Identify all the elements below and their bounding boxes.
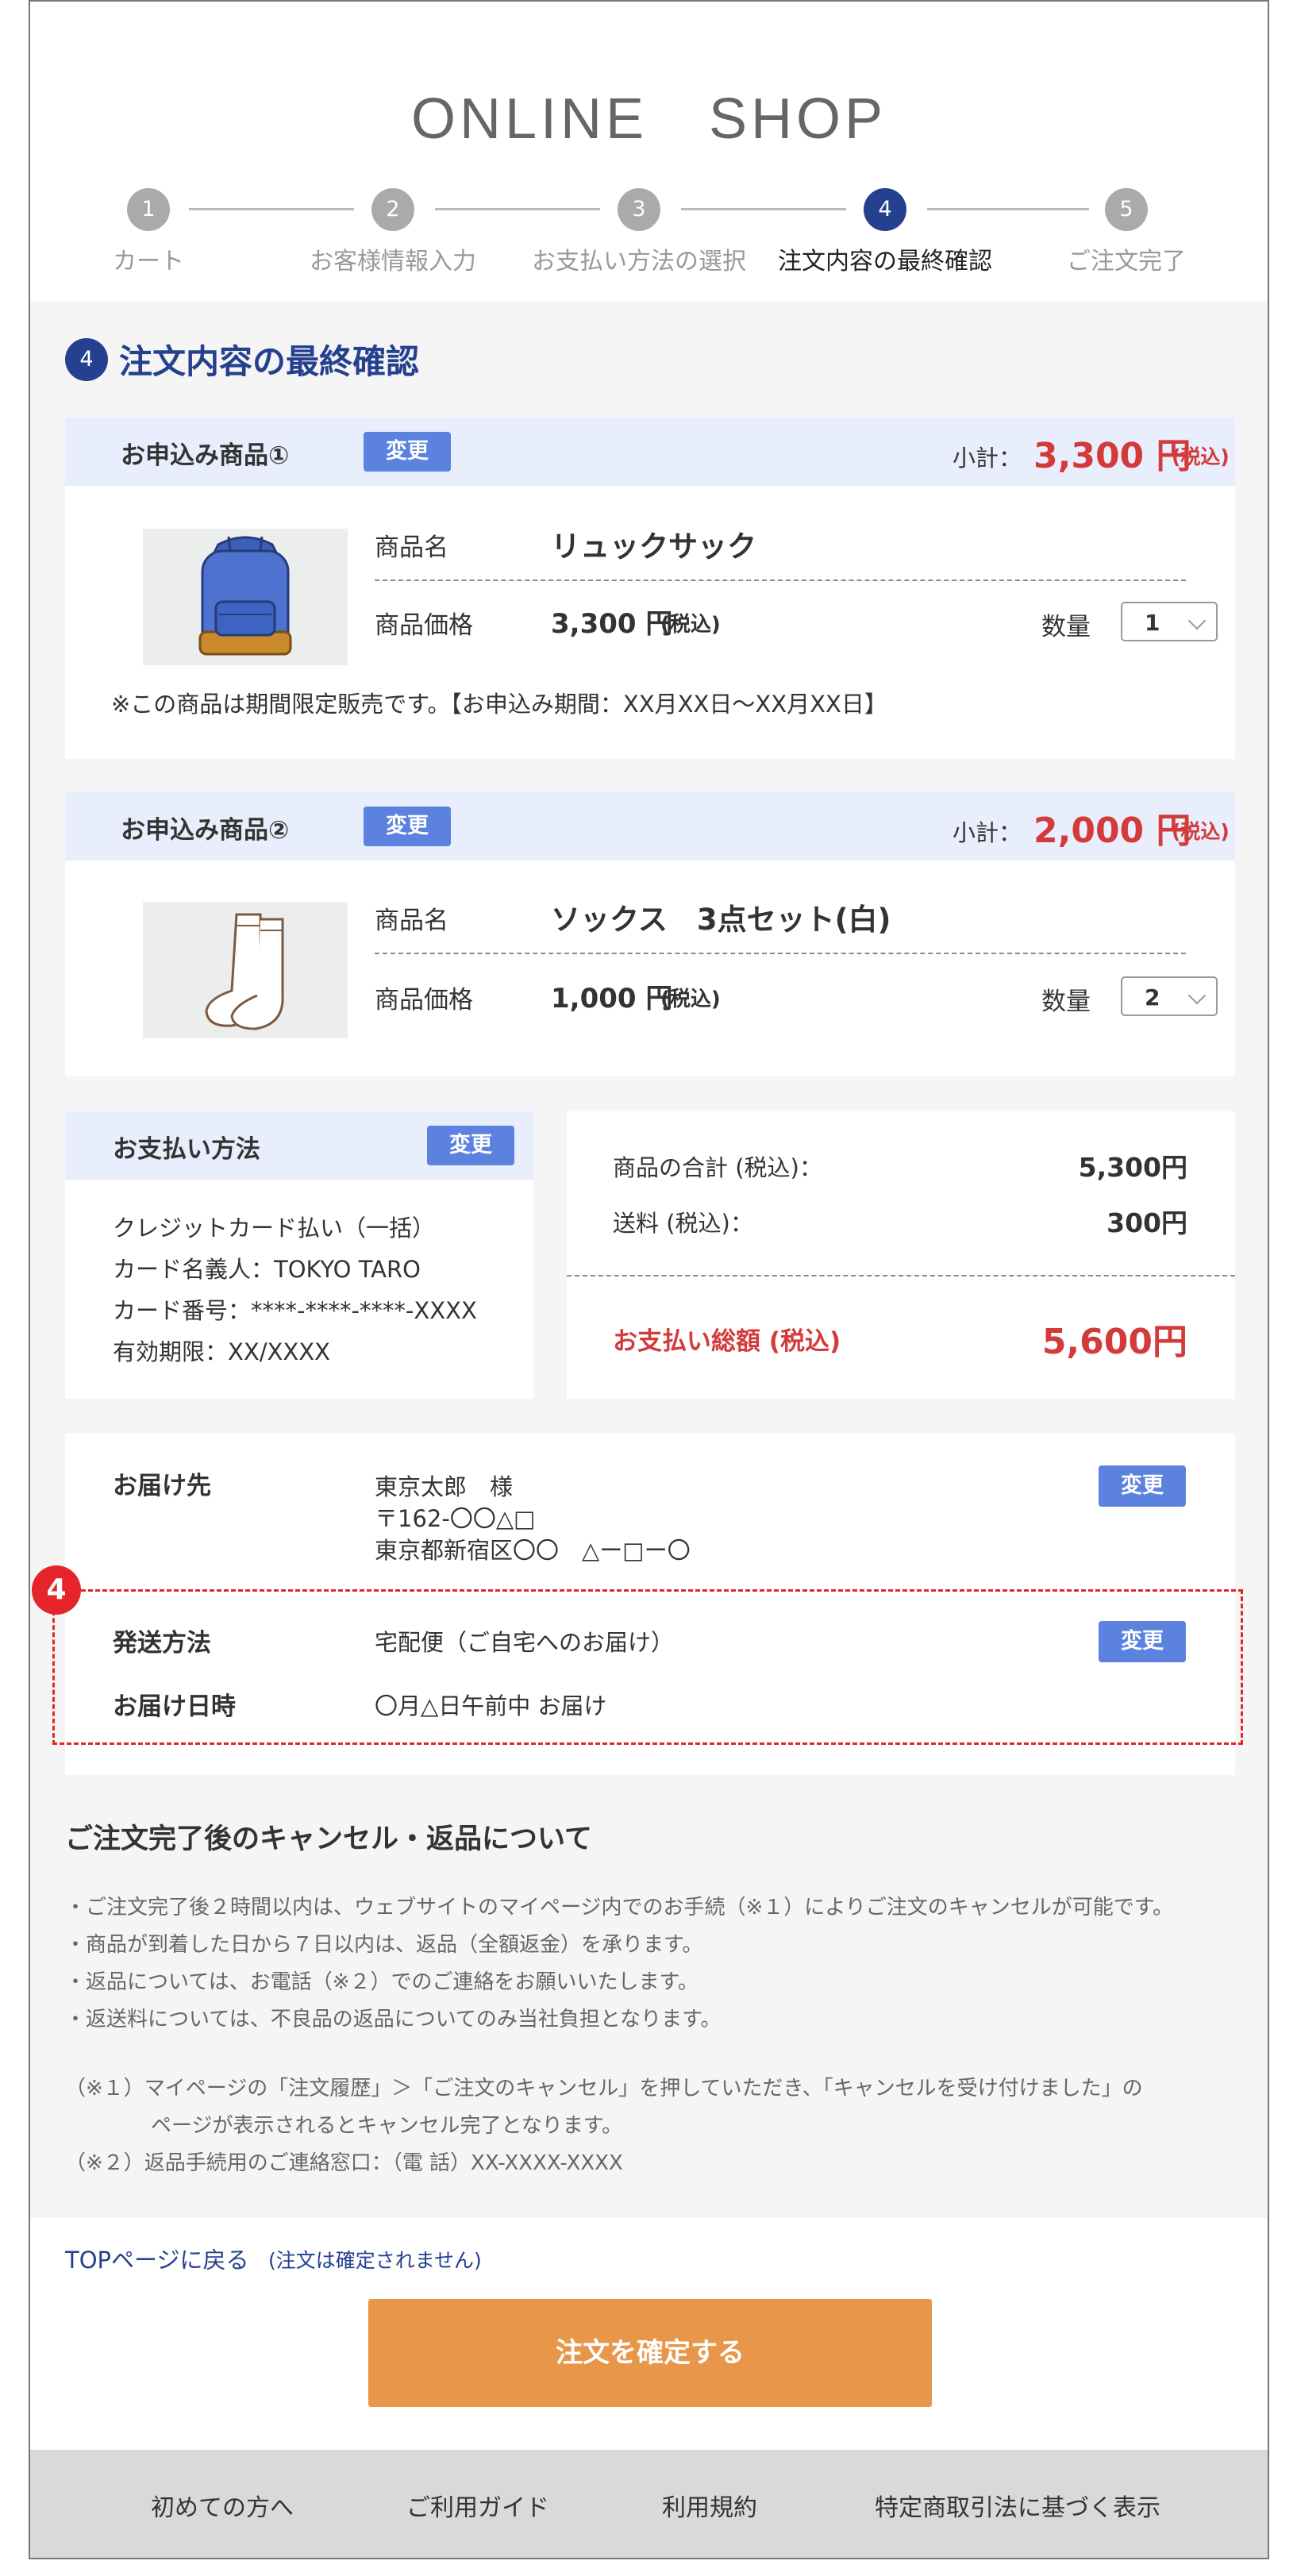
total-value: 5,600円 xyxy=(1041,1322,1187,1362)
subtotal-value: 2,000 円 xyxy=(1033,811,1191,851)
product-price: 1,000 円 xyxy=(551,983,673,1015)
goods-total-value: 5,300円 xyxy=(1078,1152,1187,1183)
footer-link-guide[interactable]: ご利用ガイド xyxy=(406,2488,549,2523)
product-name-label: 商品名 xyxy=(375,533,448,562)
header: ONLINE SHOP 1 2 3 4 5 カート お客様情報入力 お支払い方法… xyxy=(30,2,1268,302)
divider xyxy=(375,953,1186,954)
chevron-down-icon xyxy=(1187,986,1207,1005)
step-5-circle: 5 xyxy=(1105,188,1148,231)
step-4-circle: 4 xyxy=(864,188,906,231)
section-title: 注文内容の最終確認 xyxy=(119,342,420,381)
product-name: リュックサック xyxy=(551,529,756,564)
payment-method-panel: お支払い方法 変更 クレジットカード払い（一括） カード名義人：TOKYO TA… xyxy=(65,1111,533,1399)
shipping-value: 300円 xyxy=(1106,1207,1187,1238)
order-item-2: お申込み商品② 変更 小計： 2,000 円 (税込) 商品名 ソックス 3点セ… xyxy=(65,792,1235,1076)
step-connector xyxy=(189,208,354,210)
goods-total-label: 商品の合計 (税込)： xyxy=(613,1154,822,1181)
step-connector xyxy=(927,208,1089,210)
change-item-button[interactable]: 変更 xyxy=(364,432,451,472)
page-frame: ONLINE SHOP 1 2 3 4 5 カート お客様情報入力 お支払い方法… xyxy=(29,0,1269,2559)
socks-image xyxy=(143,902,348,1038)
subtotal-tax: (税込) xyxy=(1172,445,1230,468)
payment-heading: お支払い方法 xyxy=(113,1135,260,1164)
policy-note: （※１）マイページの「注文履歴」＞「ご注文のキャンセル」を押していただき、「キャ… xyxy=(65,2077,1143,2100)
delivery-dest-line: 〒162-〇〇△□ xyxy=(375,1505,536,1532)
annotation-marker: 4 xyxy=(32,1565,81,1615)
policy-bullet: ・商品が到着した日から７日以内は、返品（全額返金）を承ります。 xyxy=(65,1933,703,1957)
quantity-value: 2 xyxy=(1145,984,1160,1011)
step-3-label: お支払い方法の選択 xyxy=(532,248,746,275)
policy-note: ページが表示されるとキャンセル完了となります。 xyxy=(151,2114,623,2138)
payment-line: 有効期限：XX/XXXX xyxy=(113,1338,330,1365)
policy-note: （※２）返品手続用のご連絡窓口：（電 話）XX-XXXX-XXXX xyxy=(65,2151,623,2175)
step-connector xyxy=(681,208,846,210)
payment-line: カード番号：****-****-****-XXXX xyxy=(113,1297,477,1324)
highlight-frame xyxy=(52,1589,1243,1745)
delivery-dest-line: 東京都新宿区〇〇 △ー□ー〇 xyxy=(375,1537,691,1564)
policy-bullet: ・ご注文完了後２時間以内は、ウェブサイトのマイページ内でのお手続（※１）によりご… xyxy=(65,1896,1174,1919)
step-3-circle: 3 xyxy=(618,188,660,231)
subtotal-value: 3,300 円 xyxy=(1033,436,1191,476)
change-payment-button[interactable]: 変更 xyxy=(427,1126,514,1165)
policy-bullet: ・返品については、お電話（※２）でのご連絡をお願いいたします。 xyxy=(65,1970,699,1994)
quantity-label: 数量 xyxy=(1041,613,1091,641)
payment-line: カード名義人：TOKYO TARO xyxy=(113,1256,421,1283)
total-label: お支払い総額 (税込) xyxy=(613,1327,841,1356)
footer-link-terms[interactable]: 利用規約 xyxy=(662,2488,757,2523)
product-name: ソックス 3点セット(白) xyxy=(551,903,891,937)
back-to-top-link[interactable]: TOPページに戻る xyxy=(65,2242,248,2275)
product-price-label: 商品価格 xyxy=(375,611,473,640)
quantity-select[interactable]: 2 xyxy=(1121,976,1218,1016)
divider xyxy=(567,1275,1235,1276)
quantity-value: 1 xyxy=(1145,610,1160,636)
step-2-label: お客様情報入力 xyxy=(310,248,476,275)
chevron-down-icon xyxy=(1187,611,1207,630)
change-item-button[interactable]: 変更 xyxy=(364,807,451,846)
policy-bullet: ・返送料については、不良品の返品についてのみ当社負担となります。 xyxy=(65,2008,722,2031)
order-item-1: お申込み商品① 変更 小計： 3,300 円 (税込) 商品名 リュックサック … xyxy=(65,418,1235,759)
item-heading: お申込み商品① xyxy=(121,441,290,470)
confirm-order-button[interactable]: 注文を確定する xyxy=(368,2299,932,2407)
back-to-top-note: (注文は確定されません) xyxy=(268,2249,482,2272)
product-price-tax: (税込) xyxy=(660,613,721,637)
quantity-select[interactable]: 1 xyxy=(1121,602,1218,641)
backpack-image xyxy=(143,529,348,665)
product-price-tax: (税込) xyxy=(660,988,721,1011)
step-1-circle: 1 xyxy=(127,188,170,231)
quantity-label: 数量 xyxy=(1041,988,1091,1016)
delivery-dest-line: 東京太郎 様 xyxy=(375,1473,514,1500)
payment-line: クレジットカード払い（一括） xyxy=(113,1215,436,1242)
subtotal-label: 小計： xyxy=(953,445,1022,472)
footer-link-first-time[interactable]: 初めての方へ xyxy=(151,2488,294,2523)
divider xyxy=(375,580,1186,581)
step-2-circle: 2 xyxy=(371,188,414,231)
product-price-label: 商品価格 xyxy=(375,986,473,1015)
subtotal-tax: (税込) xyxy=(1172,820,1230,843)
change-address-button[interactable]: 変更 xyxy=(1099,1465,1186,1507)
cancel-policy-title: ご注文完了後のキャンセル・返品について xyxy=(65,1823,592,1855)
step-1-label: カート xyxy=(113,248,184,275)
footer-link-legal[interactable]: 特定商取引法に基づく表示 xyxy=(875,2488,1160,2523)
delivery-dest-label: お届け先 xyxy=(113,1472,211,1500)
product-name-label: 商品名 xyxy=(375,907,448,935)
order-summary-panel: 商品の合計 (税込)： 5,300円 送料 (税込)： 300円 お支払い総額 … xyxy=(567,1111,1235,1399)
shipping-label: 送料 (税込)： xyxy=(613,1210,753,1237)
step-connector xyxy=(435,208,600,210)
item-heading: お申込み商品② xyxy=(121,816,290,845)
step-4-label: 注文内容の最終確認 xyxy=(778,248,992,275)
item-note: ※この商品は期間限定販売です。【お申込み期間：XX月XX日〜XX月XX日】 xyxy=(111,691,887,718)
subtotal-label: 小計： xyxy=(953,819,1022,846)
footer: 初めての方へ ご利用ガイド 利用規約 特定商取引法に基づく表示 xyxy=(30,2450,1268,2558)
shop-title: ONLINE SHOP xyxy=(410,87,887,151)
section-number: 4 xyxy=(65,338,108,381)
step-5-label: ご注文完了 xyxy=(1067,248,1186,275)
product-price: 3,300 円 xyxy=(551,608,673,640)
